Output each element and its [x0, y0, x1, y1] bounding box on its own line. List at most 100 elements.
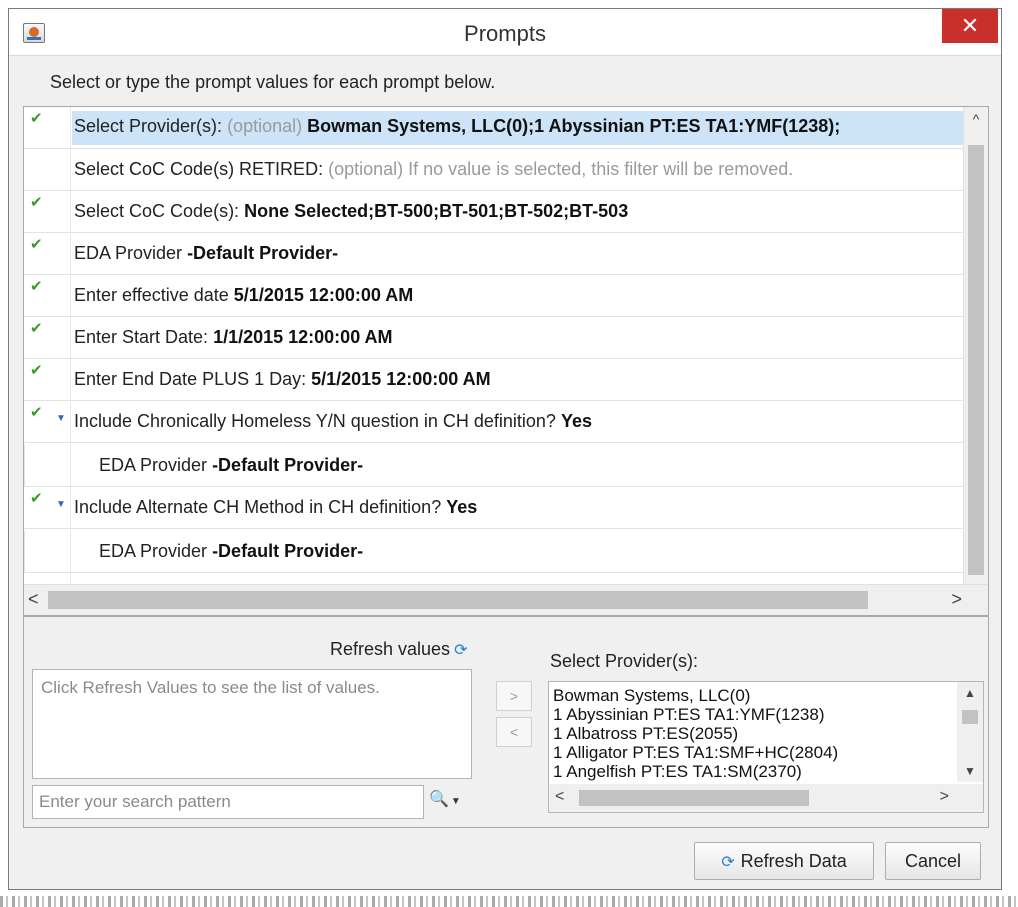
prompt-value: Yes: [560, 411, 592, 431]
title-bar: Prompts ✕: [9, 9, 1001, 56]
expand-icon[interactable]: ▼: [56, 499, 66, 510]
check-icon: ✔: [30, 194, 43, 211]
add-value-button[interactable]: >: [496, 681, 532, 711]
prompt-content: Enter effective date 5/1/2015 12:00:00 A…: [74, 285, 964, 306]
chevron-down-icon: ▼: [450, 796, 461, 807]
scroll-left-icon[interactable]: <: [555, 788, 564, 806]
prompt-row[interactable]: ✔ EDA Provider -Default Provider-: [24, 233, 964, 275]
prompt-list-panel: ✔ Select Provider(s): (optional) Bowman S…: [23, 106, 989, 616]
list-item[interactable]: 1 Alligator PT:ES TA1:SMF+HC(2804): [553, 743, 953, 762]
prompt-content: Include Alternate CH Method in CH defini…: [74, 497, 964, 518]
prompt-row[interactable]: Select CoC Code(s) RETIRED: (optional) I…: [24, 149, 964, 191]
prompt-value: None Selected;BT-500;BT-501;BT-502;BT-50…: [244, 201, 629, 221]
prompt-label: EDA Provider: [74, 243, 183, 263]
list-item[interactable]: 1 Albatross PT:ES(2055): [553, 724, 953, 743]
prompt-label: Enter effective date: [74, 285, 229, 305]
prompt-child-row[interactable]: EDA Provider -Default Provider-: [24, 445, 964, 487]
prompt-label: Include Alternate CH Method in CH defini…: [74, 497, 442, 517]
prompt-label: Enter End Date PLUS 1 Day:: [74, 369, 307, 389]
check-icon: ✔: [30, 236, 43, 253]
selected-items: Bowman Systems, LLC(0) 1 Abyssinian PT:ES…: [553, 686, 953, 781]
check-icon: ✔: [30, 404, 43, 421]
list-item[interactable]: 1 Abyssinian PT:ES TA1:YMF(1238): [553, 705, 953, 724]
refresh-values-link[interactable]: Refresh values ⟳: [330, 639, 467, 660]
refresh-data-button[interactable]: ⟳ Refresh Data: [694, 842, 874, 880]
prompt-value: 5/1/2015 12:00:00 AM: [233, 285, 414, 305]
scroll-left-icon[interactable]: <: [28, 589, 39, 610]
refresh-icon[interactable]: ⟳: [454, 642, 467, 659]
check-icon: ✔: [30, 362, 43, 379]
prompt-content: EDA Provider -Default Provider-: [74, 243, 964, 264]
prompt-row[interactable]: ✔ Enter Start Date: 1/1/2015 12:00:00 AM: [24, 317, 964, 359]
check-icon: ✔: [30, 278, 43, 295]
prompt-content: Include Chronically Homeless Y/N questio…: [74, 411, 964, 432]
values-panel: Refresh values ⟳ Click Refresh Values to …: [23, 616, 989, 828]
prompt-row[interactable]: ✔ Select Provider(s): (optional) Bowman S…: [24, 107, 964, 149]
prompt-list: ✔ Select Provider(s): (optional) Bowman S…: [24, 107, 964, 585]
refresh-icon: ⟳: [721, 854, 735, 871]
prompt-content: EDA Provider -Default Provider-: [99, 541, 964, 562]
refresh-data-label: Refresh Data: [740, 851, 847, 871]
prompt-row[interactable]: ✔ Select CoC Code(s): None Selected;BT-50…: [24, 191, 964, 233]
chevron-up-icon[interactable]: ▲: [957, 686, 983, 700]
prompt-row[interactable]: ✔ ▼ Include Alternate CH Method in CH defi…: [24, 487, 964, 529]
instruction-text: Select or type the prompt values for eac…: [50, 72, 496, 92]
list-item[interactable]: 1 Angelfish PT:ES TA1:SM(2370): [553, 762, 953, 781]
prompt-value: -Default Provider-: [212, 455, 364, 475]
selected-list-vertical-scrollbar[interactable]: ▲ ▼: [957, 682, 983, 782]
selected-scroll-thumb[interactable]: [962, 710, 978, 724]
cancel-button[interactable]: Cancel: [885, 842, 981, 880]
prompt-content: Select Provider(s): (optional) Bowman Sy…: [72, 111, 964, 145]
chevron-down-icon[interactable]: ▼: [957, 764, 983, 778]
scroll-up-icon[interactable]: ^: [964, 111, 988, 127]
background-strip: [0, 896, 1018, 907]
scroll-right-icon[interactable]: >: [951, 589, 962, 610]
prompt-list-horizontal-scrollbar[interactable]: < >: [24, 584, 988, 615]
prompt-value: Bowman Systems, LLC(0);1 Abyssinian PT:E…: [307, 116, 841, 136]
scroll-thumb[interactable]: [968, 145, 984, 575]
prompt-content: Enter End Date PLUS 1 Day: 5/1/2015 12:0…: [74, 369, 964, 390]
dialog-title: Prompts: [464, 21, 546, 46]
prompt-label: Enter Start Date:: [74, 327, 209, 347]
prompt-child-row[interactable]: EDA Provider -Default Provider-: [24, 531, 964, 573]
prompt-row[interactable]: ✔ ▼ Include Chronically Homeless Y/N quest…: [24, 401, 964, 443]
prompt-content: Select CoC Code(s): None Selected;BT-500…: [74, 201, 964, 222]
check-icon: ✔: [30, 320, 43, 337]
tree-guide-line: [70, 107, 71, 585]
list-item[interactable]: Bowman Systems, LLC(0): [553, 686, 953, 705]
search-input[interactable]: [32, 785, 424, 819]
expand-icon[interactable]: ▼: [56, 413, 66, 424]
prompt-list-vertical-scrollbar[interactable]: ^: [963, 107, 988, 585]
scroll-right-icon[interactable]: >: [940, 788, 949, 806]
prompt-label: Select Provider(s):: [74, 116, 223, 136]
prompt-label: EDA Provider: [99, 455, 208, 475]
prompt-row[interactable]: ✔ Enter End Date PLUS 1 Day: 5/1/2015 12:…: [24, 359, 964, 401]
prompt-row[interactable]: ✔ Enter effective date 5/1/2015 12:00:00 …: [24, 275, 964, 317]
prompt-label: Include Chronically Homeless Y/N questio…: [74, 411, 556, 431]
prompt-label: Select CoC Code(s):: [74, 201, 240, 221]
prompt-value: Yes: [446, 497, 478, 517]
close-button[interactable]: ✕: [942, 9, 998, 43]
prompt-value: 1/1/2015 12:00:00 AM: [213, 327, 393, 347]
check-icon: ✔: [30, 110, 43, 127]
prompt-label: EDA Provider: [99, 541, 208, 561]
selected-values-heading: Select Provider(s):: [550, 651, 699, 671]
remove-value-button[interactable]: <: [496, 717, 532, 747]
scroll-corner: [964, 585, 988, 615]
prompt-content: Enter Start Date: 1/1/2015 12:00:00 AM: [74, 327, 964, 348]
prompt-label: Select CoC Code(s) RETIRED:: [74, 159, 324, 179]
prompt-content: Select CoC Code(s) RETIRED: (optional) I…: [74, 159, 964, 180]
search-button[interactable]: 🔍 ▼: [429, 789, 465, 815]
binoculars-icon: 🔍: [429, 791, 449, 808]
available-values-list[interactable]: Click Refresh Values to see the list of …: [32, 669, 472, 779]
empty-values-message: Click Refresh Values to see the list of …: [41, 678, 380, 697]
prompt-content: EDA Provider -Default Provider-: [99, 455, 964, 476]
prompt-optional-text: (optional) If no value is selected, this…: [328, 159, 794, 179]
refresh-values-label: Refresh values: [330, 639, 451, 659]
prompt-value: -Default Provider-: [187, 243, 339, 263]
check-icon: ✔: [30, 490, 43, 507]
selected-list-horizontal-scrollbar[interactable]: < >: [549, 784, 983, 812]
selected-values-list[interactable]: Bowman Systems, LLC(0) 1 Abyssinian PT:ES…: [548, 681, 984, 813]
selected-hscroll-thumb[interactable]: [579, 790, 809, 806]
scroll-thumb-horizontal[interactable]: [48, 591, 868, 609]
